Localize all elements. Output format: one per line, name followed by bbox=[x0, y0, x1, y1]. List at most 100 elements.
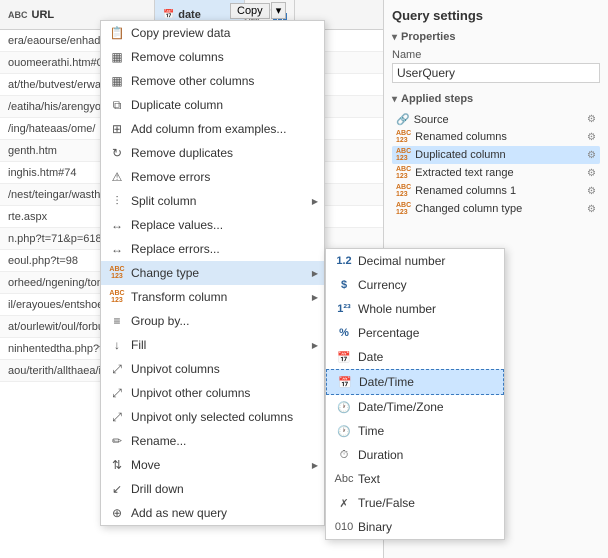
step-label: Renamed columns bbox=[415, 131, 507, 143]
menu-item-copy_preview[interactable]: 📋Copy preview data bbox=[101, 21, 324, 45]
properties-section[interactable]: ▾ Properties bbox=[392, 31, 600, 43]
step-gear-icon[interactable]: ⚙ bbox=[587, 168, 596, 179]
menu-icon-change_type: ABC123 bbox=[109, 265, 125, 281]
submenu-item-currency[interactable]: $Currency bbox=[326, 273, 504, 297]
menu-icon-add_as_new_query: ⊕ bbox=[109, 505, 125, 521]
step-item-renamed_columns[interactable]: ABC123 Renamed columns ⚙ bbox=[392, 128, 600, 146]
submenu-item-time[interactable]: 🕐 Time bbox=[326, 419, 504, 443]
menu-item-unpivot_columns[interactable]: ⤢Unpivot columns bbox=[101, 357, 324, 381]
menu-item-unpivot_other_columns[interactable]: ⤢ Unpivot other columns bbox=[101, 381, 324, 405]
step-icon-renamed_columns: ABC123 bbox=[396, 130, 411, 144]
applied-steps-list: 🔗Source⚙ABC123Renamed columns⚙ABC123Dupl… bbox=[392, 111, 600, 218]
menu-icon-rename: ✏ bbox=[109, 433, 125, 449]
step-gear-icon[interactable]: ⚙ bbox=[587, 204, 596, 215]
step-item-extracted_text_range[interactable]: ABC123Extracted text range⚙ bbox=[392, 164, 600, 182]
menu-item-add_column_from_examples[interactable]: ⊞Add column from examples... bbox=[101, 117, 324, 141]
menu-item-remove_errors[interactable]: ⚠Remove errors bbox=[101, 165, 324, 189]
menu-item-unpivot_only_selected[interactable]: ⤢Unpivot only selected columns bbox=[101, 405, 324, 429]
submenu-icon-date: 📅 bbox=[336, 349, 352, 365]
menu-label-unpivot_other_columns: Unpivot other columns bbox=[131, 386, 316, 400]
submenu-item-whole_number[interactable]: 1²³Whole number bbox=[326, 297, 504, 321]
menu-label-unpivot_columns: Unpivot columns bbox=[131, 362, 316, 376]
properties-chevron: ▾ bbox=[392, 32, 397, 43]
submenu-item-date_time_zone[interactable]: 🕐 Date/Time/Zone bbox=[326, 395, 504, 419]
menu-item-drill_down[interactable]: ↙ Drill down bbox=[101, 477, 324, 501]
menu-item-transform_column[interactable]: ABC123 Transform column bbox=[101, 285, 324, 309]
menu-item-group_by[interactable]: ≡Group by... bbox=[101, 309, 324, 333]
menu-label-transform_column: Transform column bbox=[131, 290, 316, 304]
menu-item-remove_columns[interactable]: ▦Remove columns bbox=[101, 45, 324, 69]
copy-dropdown-button[interactable]: ▾ bbox=[271, 2, 287, 19]
query-name-input[interactable]: UserQuery bbox=[392, 63, 600, 83]
menu-icon-transform_column: ABC123 bbox=[109, 289, 125, 305]
menu-label-remove_duplicates: Remove duplicates bbox=[131, 146, 316, 160]
submenu-label-decimal_number: Decimal number bbox=[358, 254, 445, 268]
menu-label-drill_down: Drill down bbox=[131, 482, 316, 496]
menu-item-replace_values[interactable]: ↔Replace values... bbox=[101, 213, 324, 237]
menu-item-remove_duplicates[interactable]: ↻Remove duplicates bbox=[101, 141, 324, 165]
menu-label-rename: Rename... bbox=[131, 434, 316, 448]
menu-icon-drill_down: ↙ bbox=[109, 481, 125, 497]
step-icon-renamed_columns_1: ABC123 bbox=[396, 184, 411, 198]
menu-item-move[interactable]: ⇅ Move bbox=[101, 453, 324, 477]
submenu-item-date_time[interactable]: 📅Date/Time bbox=[326, 369, 504, 395]
menu-item-add_as_new_query[interactable]: ⊕ Add as new query bbox=[101, 501, 324, 525]
submenu-item-true_false[interactable]: ✗True/False bbox=[326, 491, 504, 515]
submenu-icon-time: 🕐 bbox=[336, 423, 352, 439]
menu-item-fill[interactable]: ↓Fill bbox=[101, 333, 324, 357]
menu-icon-remove_errors: ⚠ bbox=[109, 169, 125, 185]
menu-label-replace_values: Replace values... bbox=[131, 218, 316, 232]
applied-steps-section[interactable]: ▾ Applied steps bbox=[392, 93, 600, 105]
submenu-label-binary: Binary bbox=[358, 520, 392, 534]
submenu-icon-currency: $ bbox=[336, 277, 352, 293]
submenu-icon-whole_number: 1²³ bbox=[336, 301, 352, 317]
step-gear-icon[interactable]: ⚙ bbox=[587, 186, 596, 197]
menu-icon-unpivot_only_selected: ⤢ bbox=[109, 409, 125, 425]
submenu-item-date[interactable]: 📅Date bbox=[326, 345, 504, 369]
menu-label-move: Move bbox=[131, 458, 316, 472]
submenu-icon-duration: ⏱ bbox=[336, 447, 352, 463]
menu-item-change_type[interactable]: ABC123 Change type bbox=[101, 261, 324, 285]
menu-icon-duplicate_column: ⧉ bbox=[109, 97, 125, 113]
submenu-item-binary[interactable]: 010 Binary bbox=[326, 515, 504, 539]
menu-icon-fill: ↓ bbox=[109, 337, 125, 353]
menu-icon-unpivot_other_columns: ⤢ bbox=[109, 385, 125, 401]
submenu-icon-date_time_zone: 🕐 bbox=[336, 399, 352, 415]
menu-item-rename[interactable]: ✏ Rename... bbox=[101, 429, 324, 453]
menu-icon-move: ⇅ bbox=[109, 457, 125, 473]
step-gear-icon[interactable]: ⚙ bbox=[587, 132, 596, 143]
step-icon-source: 🔗 bbox=[396, 113, 410, 126]
menu-label-replace_errors: Replace errors... bbox=[131, 242, 316, 256]
submenu-icon-binary: 010 bbox=[336, 519, 352, 535]
submenu-item-text[interactable]: AbcText bbox=[326, 467, 504, 491]
submenu-label-time: Time bbox=[358, 424, 384, 438]
step-item-renamed_columns_1[interactable]: ABC123 Renamed columns 1 ⚙ bbox=[392, 182, 600, 200]
step-item-changed_column_type[interactable]: ABC123Changed column type⚙ bbox=[392, 200, 600, 218]
menu-item-replace_errors[interactable]: ↔Replace errors... bbox=[101, 237, 324, 261]
step-label: Changed column type bbox=[415, 203, 522, 215]
context-menu: 📋Copy preview data▦Remove columns▦Remove… bbox=[100, 20, 325, 526]
menu-item-duplicate_column[interactable]: ⧉Duplicate column bbox=[101, 93, 324, 117]
menu-label-add_as_new_query: Add as new query bbox=[131, 506, 316, 520]
submenu-label-text: Text bbox=[358, 472, 380, 486]
submenu-label-percentage: Percentage bbox=[358, 326, 419, 340]
menu-item-split_column[interactable]: ⫶Split column bbox=[101, 189, 324, 213]
menu-item-remove_other_columns[interactable]: ▦Remove other columns bbox=[101, 69, 324, 93]
step-item-source[interactable]: 🔗Source⚙ bbox=[392, 111, 600, 128]
submenu-item-decimal_number[interactable]: 1.2Decimal number bbox=[326, 249, 504, 273]
submenu-icon-true_false: ✗ bbox=[336, 495, 352, 511]
step-gear-icon[interactable]: ⚙ bbox=[587, 114, 596, 125]
submenu-item-duration[interactable]: ⏱Duration bbox=[326, 443, 504, 467]
menu-icon-add_column_from_examples: ⊞ bbox=[109, 121, 125, 137]
step-item-duplicated_column[interactable]: ABC123Duplicated column⚙ bbox=[392, 146, 600, 164]
step-gear-icon[interactable]: ⚙ bbox=[587, 150, 596, 161]
menu-label-change_type: Change type bbox=[131, 266, 316, 280]
step-label: Renamed columns 1 bbox=[415, 185, 516, 197]
submenu-item-percentage[interactable]: %Percentage bbox=[326, 321, 504, 345]
submenu-label-date_time: Date/Time bbox=[359, 375, 414, 389]
menu-icon-copy_preview: 📋 bbox=[109, 25, 125, 41]
change-type-submenu: 1.2Decimal number$Currency1²³Whole numbe… bbox=[325, 248, 505, 540]
step-icon-extracted_text_range: ABC123 bbox=[396, 166, 411, 180]
copy-button[interactable]: Copy bbox=[230, 3, 270, 19]
submenu-label-date_time_zone: Date/Time/Zone bbox=[358, 400, 444, 414]
